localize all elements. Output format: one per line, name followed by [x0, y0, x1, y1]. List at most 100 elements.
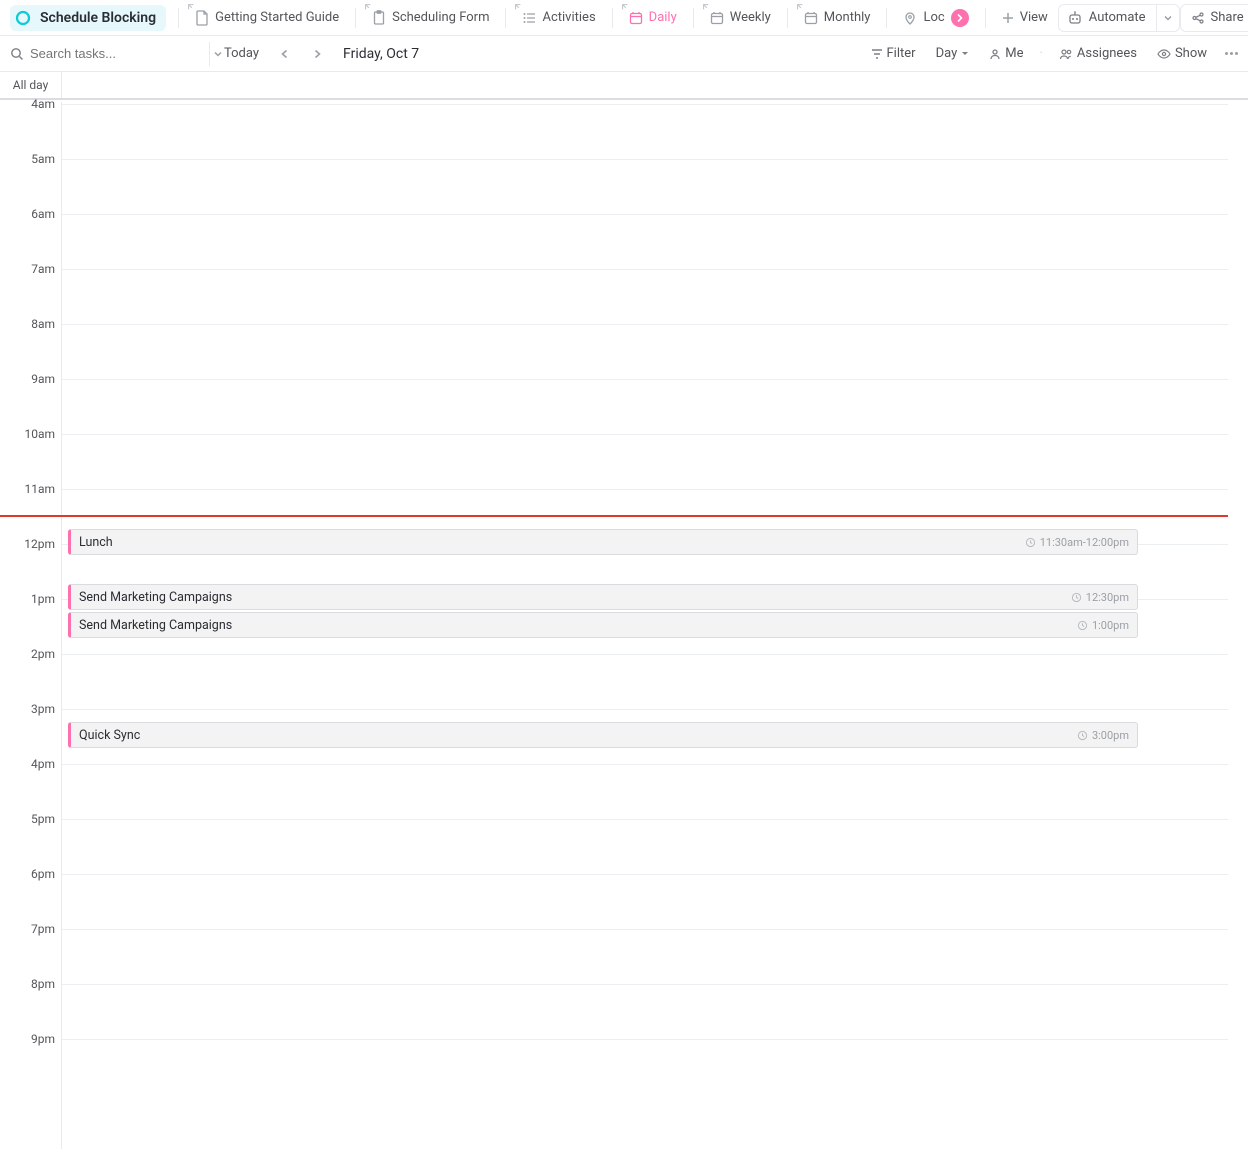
show-label: Show — [1175, 46, 1207, 61]
me-label: Me — [1005, 46, 1023, 61]
separator — [355, 8, 356, 28]
time-column: 4am5am6am7am8am9am10am11am12pm1pm2pm3pm4… — [0, 102, 62, 1149]
filter-icon — [871, 48, 883, 60]
prev-day-button[interactable] — [273, 42, 297, 66]
tab-label: Activities — [542, 10, 595, 25]
slot-column[interactable]: Lunch11:30am-12:00pm Send Marketing Campa… — [62, 102, 1248, 1149]
expand-arrow-icon — [621, 3, 629, 11]
calendar-icon — [710, 11, 724, 25]
time-mark: 9pm — [0, 1032, 55, 1046]
time-mark: 1pm — [0, 592, 55, 606]
calendar-event[interactable]: Quick Sync3:00pm — [68, 722, 1138, 748]
tab-label: Monthly — [824, 10, 871, 25]
dot-separator: · — [1037, 46, 1044, 61]
calendar-icon — [804, 11, 818, 25]
clipboard-icon — [372, 10, 386, 26]
more-tabs-badge[interactable] — [951, 9, 969, 27]
time-mark: 10am — [0, 427, 55, 441]
time-mark: 4am — [0, 97, 55, 111]
next-day-button[interactable] — [305, 42, 329, 66]
separator — [985, 8, 986, 28]
tab-label: Loc — [923, 10, 944, 25]
assignees-button[interactable]: Assignees — [1053, 46, 1143, 61]
time-mark: 8pm — [0, 977, 55, 991]
assignees-label: Assignees — [1077, 46, 1137, 61]
plus-icon — [1002, 12, 1014, 24]
show-button[interactable]: Show — [1151, 46, 1213, 61]
allday-row: All day — [0, 72, 1248, 100]
time-mark: 12pm — [0, 537, 55, 551]
tab-location[interactable]: Loc — [893, 0, 978, 36]
hour-line — [62, 654, 1228, 655]
calendar: All day 4am5am6am7am8am9am10am11am12pm1p… — [0, 72, 1248, 1149]
search-wrap — [10, 42, 210, 66]
view-label: View — [1020, 10, 1048, 25]
hour-line — [62, 269, 1228, 270]
hour-line — [62, 709, 1228, 710]
calendar-event[interactable]: Send Marketing Campaigns1:00pm — [68, 612, 1138, 638]
tab-getting-started[interactable]: Getting Started Guide — [185, 0, 349, 36]
today-button[interactable]: Today — [218, 46, 265, 61]
app-title: Schedule Blocking — [40, 10, 156, 26]
clock-icon — [1025, 537, 1036, 548]
tab-daily[interactable]: Daily — [619, 0, 687, 36]
separator — [505, 8, 506, 28]
chevron-left-icon — [279, 48, 291, 60]
separator — [787, 8, 788, 28]
automate-dropdown[interactable] — [1156, 5, 1173, 31]
expand-arrow-icon — [702, 3, 710, 11]
share-icon — [1191, 11, 1205, 25]
more-options-button[interactable] — [1221, 52, 1238, 55]
tab-weekly[interactable]: Weekly — [700, 0, 781, 36]
time-mark: 8am — [0, 317, 55, 331]
pin-icon — [903, 11, 917, 25]
hour-line — [62, 214, 1228, 215]
tab-scheduling-form[interactable]: Scheduling Form — [362, 0, 499, 36]
time-mark: 2pm — [0, 647, 55, 661]
robot-icon — [1067, 11, 1083, 25]
clock-icon — [1071, 592, 1082, 603]
tab-label: Weekly — [730, 10, 771, 25]
allday-label: All day — [0, 72, 62, 98]
hour-line — [62, 489, 1228, 490]
hour-line — [62, 984, 1228, 985]
top-tabs-bar: Schedule Blocking Getting Started Guide … — [0, 0, 1248, 36]
time-mark: 7am — [0, 262, 55, 276]
people-icon — [1059, 48, 1073, 60]
separator — [693, 8, 694, 28]
app-chip[interactable]: Schedule Blocking — [10, 5, 166, 31]
time-mark: 6pm — [0, 867, 55, 881]
filter-button[interactable]: Filter — [865, 46, 922, 61]
day-label: Day — [936, 46, 958, 61]
hour-line — [62, 159, 1228, 160]
tab-monthly[interactable]: Monthly — [794, 0, 881, 36]
clock-icon — [1077, 620, 1088, 631]
time-mark: 5am — [0, 152, 55, 166]
expand-arrow-icon — [514, 3, 522, 11]
automate-button[interactable]: Automate — [1058, 4, 1180, 32]
calendar-event[interactable]: Send Marketing Campaigns12:30pm — [68, 584, 1138, 610]
add-view-button[interactable]: View — [992, 4, 1058, 32]
event-time: 11:30am-12:00pm — [1025, 536, 1129, 549]
hour-line — [62, 104, 1228, 105]
expand-arrow-icon — [187, 3, 195, 11]
day-scope-button[interactable]: Day — [930, 46, 976, 61]
time-grid: 4am5am6am7am8am9am10am11am12pm1pm2pm3pm4… — [0, 102, 1248, 1149]
expand-arrow-icon — [364, 3, 372, 11]
hour-line — [62, 874, 1228, 875]
event-title: Send Marketing Campaigns — [79, 618, 232, 633]
allday-cell[interactable] — [62, 72, 1248, 98]
time-mark: 4pm — [0, 757, 55, 771]
calendar-event[interactable]: Lunch11:30am-12:00pm — [68, 529, 1138, 555]
current-date: Friday, Oct 7 — [343, 46, 419, 62]
share-button[interactable]: Share — [1180, 4, 1248, 32]
me-button[interactable]: Me — [983, 46, 1029, 61]
search-icon — [10, 47, 24, 61]
event-title: Quick Sync — [79, 728, 140, 743]
search-input[interactable] — [30, 46, 206, 61]
expand-arrow-icon — [796, 3, 804, 11]
tab-activities[interactable]: Activities — [512, 0, 605, 36]
time-mark: 9am — [0, 372, 55, 386]
tab-label: Scheduling Form — [392, 10, 489, 25]
now-indicator — [62, 515, 1228, 517]
